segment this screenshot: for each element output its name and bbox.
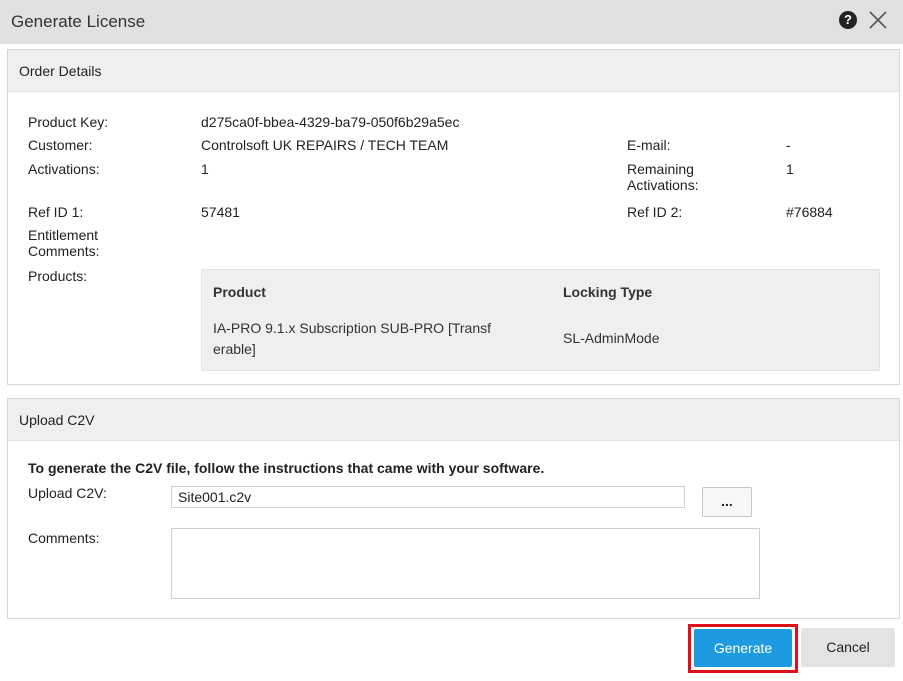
customer-value: Controlsoft UK REPAIRS / TECH TEAM: [201, 137, 449, 153]
ref-id-2-label: Ref ID 2:: [627, 204, 683, 220]
order-details-header: Order Details: [8, 50, 899, 92]
remaining-activations-label: Remaining Activations:: [627, 161, 699, 193]
ref-id-1-label: Ref ID 1:: [28, 204, 84, 220]
cancel-button[interactable]: Cancel: [801, 628, 895, 667]
upload-c2v-panel: Upload C2V To generate the C2V file, fol…: [7, 398, 900, 619]
column-header-product: Product: [213, 284, 266, 300]
browse-button[interactable]: ...: [702, 487, 752, 517]
email-label: E-mail:: [627, 137, 671, 153]
order-details-panel: Order Details Product Key: d275ca0f-bbea…: [7, 49, 900, 385]
column-header-locking-type: Locking Type: [563, 284, 653, 300]
ref-id-2-value: #76884: [786, 204, 833, 220]
activations-label: Activations:: [28, 161, 100, 177]
c2v-file-input[interactable]: Site001.c2v: [171, 486, 685, 508]
dialog-titlebar: Generate License ?: [0, 0, 903, 44]
help-icon[interactable]: ?: [839, 11, 857, 29]
dialog-title: Generate License: [11, 12, 146, 31]
email-value: -: [786, 137, 791, 153]
upload-c2v-label: Upload C2V:: [28, 485, 107, 501]
remaining-activations-value: 1: [786, 161, 794, 177]
comments-label: Comments:: [28, 530, 100, 546]
generate-button[interactable]: Generate: [694, 629, 792, 667]
entitlement-comments-label: Entitlement Comments:: [28, 227, 100, 259]
customer-label: Customer:: [28, 137, 93, 153]
activations-value: 1: [201, 161, 209, 177]
product-cell: IA-PRO 9.1.x Subscription SUB-PRO [Trans…: [213, 320, 492, 357]
products-table: Product Locking Type IA-PRO 9.1.x Subscr…: [201, 269, 880, 371]
locking-type-cell: SL-AdminMode: [563, 330, 660, 346]
ref-id-1-value: 57481: [201, 204, 240, 220]
close-icon[interactable]: [866, 8, 890, 32]
product-key-label: Product Key:: [28, 114, 109, 130]
comments-textarea[interactable]: [171, 528, 760, 599]
upload-c2v-header: Upload C2V: [8, 399, 899, 441]
products-label: Products:: [28, 268, 88, 284]
product-key-value: d275ca0f-bbea-4329-ba79-050f6b29a5ec: [201, 114, 460, 130]
upload-instructions: To generate the C2V file, follow the ins…: [28, 460, 545, 476]
